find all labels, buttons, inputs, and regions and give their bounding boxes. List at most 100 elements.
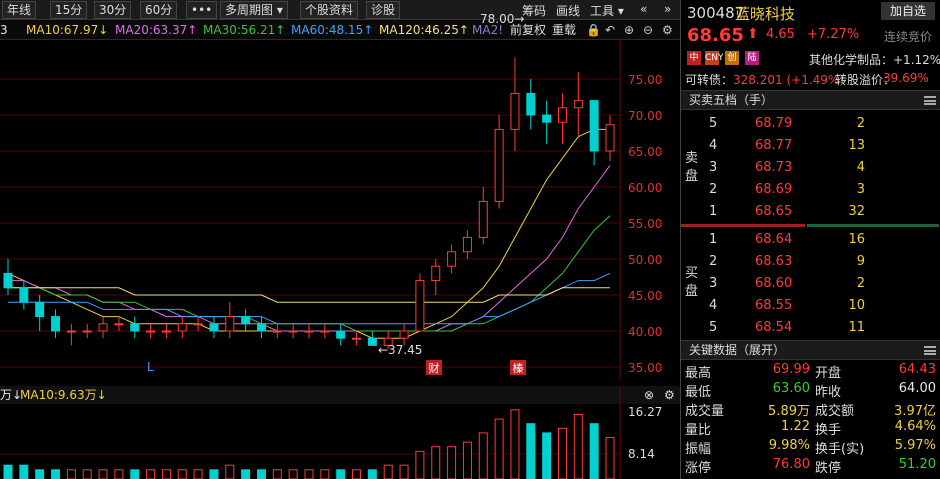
ma-legend-item: MA20:63.37↑ (115, 23, 198, 37)
period-30m-button[interactable]: 30分 (94, 1, 132, 19)
candle-body (352, 337, 362, 340)
level-volume: 32 (848, 204, 865, 219)
l-marker[interactable]: L (147, 360, 154, 374)
ma-line-ma30 (8, 215, 611, 332)
double-right-icon[interactable]: » (664, 2, 671, 16)
premium-value: 39.69% (883, 71, 929, 85)
candle-body (209, 323, 219, 332)
margin-marker[interactable]: 榛 (510, 360, 526, 375)
stock-profile-button[interactable]: 个股资料 (300, 1, 359, 19)
level-price: 68.64 (755, 232, 793, 247)
convertible-bond-row[interactable]: 可转债：328.201 (+1.49%) 转股溢价： 39.69% (685, 71, 939, 88)
volume-bar (447, 446, 457, 479)
buy-level-row[interactable]: 1 68.64 16 (681, 229, 940, 251)
keydata-value: 64.00 (898, 381, 936, 396)
y-tick-label: 60.00 (628, 181, 663, 195)
up-arrow-icon: ⬆ (747, 26, 759, 42)
buy-level-row[interactable]: 3 68.60 2 (681, 273, 940, 295)
buy-level-row[interactable]: 4 68.55 10 (681, 295, 940, 317)
more-periods-button[interactable]: ••• (186, 1, 218, 19)
volume-bar (542, 432, 552, 479)
sell-level-row[interactable]: 1 68.65 32 (681, 201, 940, 223)
candle-body (478, 200, 488, 238)
volume-bar (225, 464, 235, 479)
keydata-value: 63.60 (772, 381, 810, 396)
candle-body (146, 330, 156, 333)
keydata-value: 5.97% (894, 438, 936, 453)
period-60m-button[interactable]: 60分 (140, 1, 178, 19)
undo-icon[interactable]: ↶ (605, 20, 615, 40)
keydata-label: 成交额 (815, 404, 855, 419)
candle-body (19, 287, 29, 303)
draw-line-button[interactable]: 画线 (556, 2, 580, 19)
level-price: 68.77 (755, 138, 793, 153)
period-year-button[interactable]: 年线 (2, 1, 37, 19)
volume-bar (130, 469, 140, 479)
volume-bar (336, 469, 346, 479)
zoom-out-icon[interactable]: ⊖ (643, 20, 653, 40)
buy-level-row[interactable]: 2 68.63 9 (681, 251, 940, 273)
level-number: 3 (709, 160, 718, 175)
volume-bar (161, 469, 171, 479)
keydata-label: 昨收 (815, 385, 842, 400)
ma-legend-item: MA120:46.25↑ (379, 23, 469, 37)
orderbook-header[interactable]: 买卖五档（手） (681, 90, 940, 110)
volume-bar (415, 450, 425, 479)
buy-level-row[interactable]: 5 68.54 11 (681, 317, 940, 339)
finance-marker[interactable]: 财 (426, 360, 442, 375)
candle-body (573, 100, 583, 109)
keydata-header[interactable]: 关键数据（展开） (681, 340, 940, 360)
volume-bar (399, 464, 409, 479)
keydata-label: 成交量 (685, 404, 725, 419)
lock-icon[interactable]: 🔒 (586, 20, 601, 40)
volume-bar (82, 469, 92, 479)
level-volume: 10 (848, 298, 865, 313)
reload-button[interactable]: 重载 (552, 20, 576, 40)
volume-bar (320, 469, 330, 479)
menu-icon[interactable] (924, 346, 936, 355)
volume-bar (605, 437, 615, 479)
candle-body (130, 323, 140, 332)
sell-level-row[interactable]: 5 68.79 2 (681, 113, 940, 135)
candle-body (304, 330, 314, 333)
sector-change[interactable]: 其他化学制品：+1.12% (809, 51, 940, 68)
volume-chart[interactable]: 16.27 8.14 (0, 386, 680, 479)
candle-body (256, 323, 266, 332)
candle-body (320, 330, 330, 333)
double-left-icon[interactable]: « (640, 2, 647, 16)
level-price: 68.79 (755, 116, 793, 131)
multi-period-dropdown[interactable]: 多周期图 ▾ (220, 1, 288, 19)
period-15m-button[interactable]: 15分 (50, 1, 88, 19)
trading-status: 连续竞价 (884, 30, 933, 44)
y-tick-label: 75.00 (628, 73, 663, 87)
volume-bar (510, 409, 520, 479)
candle-body (415, 280, 425, 332)
kline-chart[interactable] (0, 40, 680, 380)
sell-level-row[interactable]: 3 68.73 4 (681, 157, 940, 179)
menu-icon[interactable] (924, 96, 936, 105)
level-number: 4 (709, 138, 718, 153)
china-flag-icon: 中 (687, 51, 701, 65)
candle-body (510, 92, 520, 130)
tools-dropdown[interactable]: 工具 ▾ (590, 2, 624, 19)
add-favorite-button[interactable]: 加自选 (881, 2, 935, 20)
gear-icon[interactable]: ⚙ (662, 20, 673, 40)
volume-bar (383, 464, 393, 479)
candle-body (399, 330, 409, 339)
volume-bar (589, 423, 599, 479)
sell-level-row[interactable]: 4 68.77 13 (681, 135, 940, 157)
level-volume: 9 (856, 254, 865, 269)
chip-distribution-button[interactable]: 筹码 (522, 2, 546, 19)
conv-value: 328.201 (+1.49%) (733, 73, 844, 87)
volume-bar (256, 469, 266, 479)
candle-body (447, 251, 457, 267)
keydata-label: 振幅 (685, 442, 712, 457)
zoom-in-icon[interactable]: ⊕ (624, 20, 634, 40)
keydata-value: 69.99 (772, 362, 810, 377)
diagnose-button[interactable]: 诊股 (366, 1, 401, 19)
keydata-value: 9.98% (768, 438, 810, 453)
sell-level-row[interactable]: 2 68.69 3 (681, 179, 940, 201)
level-volume: 2 (856, 116, 865, 131)
candle-body (367, 337, 377, 346)
volume-bar (288, 469, 298, 479)
